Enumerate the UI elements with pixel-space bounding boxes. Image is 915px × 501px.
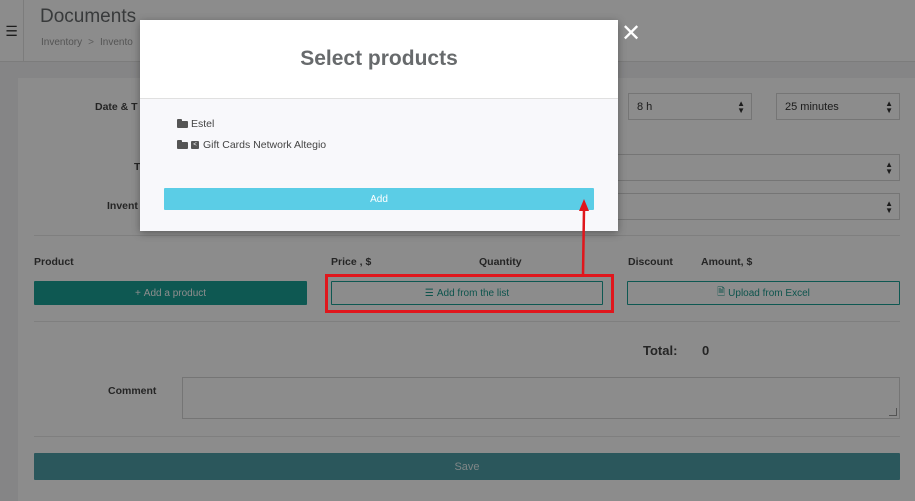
tree-item-estel[interactable]: Estel: [177, 118, 214, 130]
modal-header: Select products: [140, 20, 618, 99]
folder-icon: [177, 118, 188, 128]
tree-item-label: Estel: [191, 118, 215, 130]
close-icon[interactable]: ✕: [621, 22, 641, 46]
modal-title: Select products: [300, 47, 458, 70]
share-icon: <: [191, 141, 199, 149]
modal-body: Estel < Gift Cards Network Altegio Add: [140, 99, 618, 231]
select-products-modal: Select products Estel < Gift Cards Netwo…: [140, 20, 618, 231]
modal-add-button[interactable]: Add: [164, 188, 594, 210]
tree-item-gift-cards[interactable]: < Gift Cards Network Altegio: [177, 139, 326, 151]
folder-icon: [177, 139, 188, 149]
annotation-arrow-icon: [579, 199, 589, 276]
tree-item-label: Gift Cards Network Altegio: [203, 139, 327, 151]
